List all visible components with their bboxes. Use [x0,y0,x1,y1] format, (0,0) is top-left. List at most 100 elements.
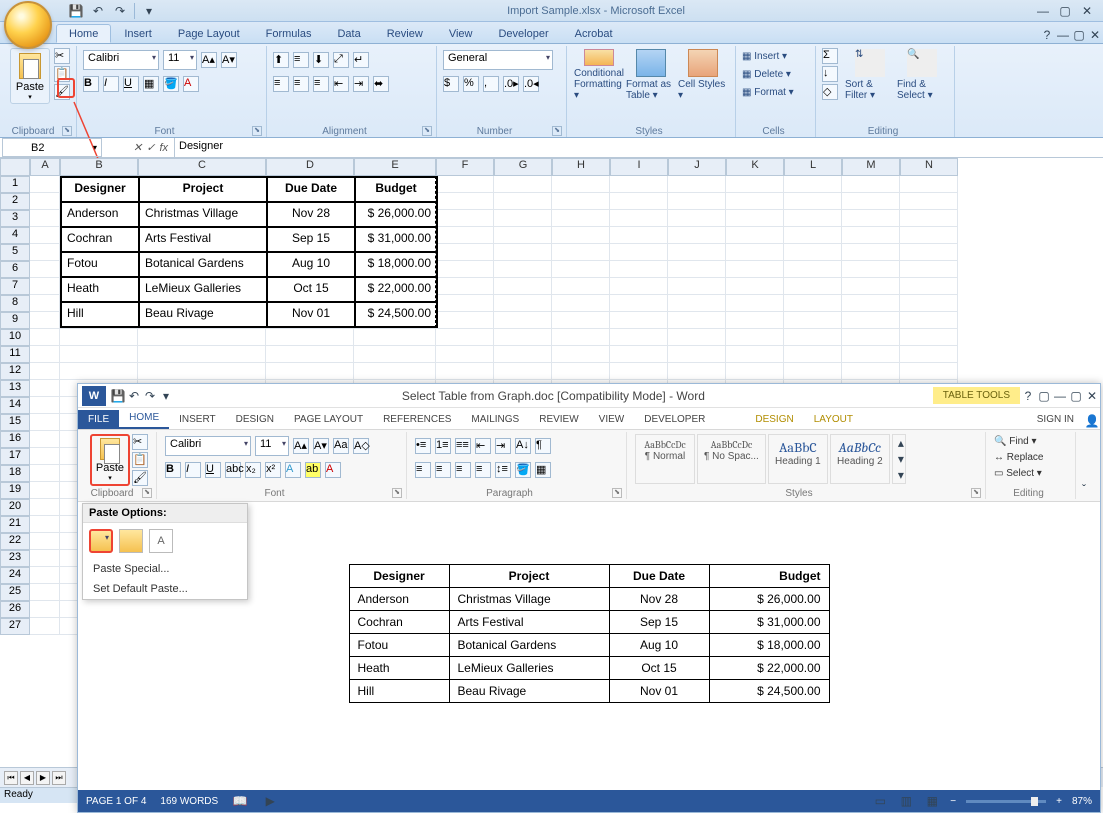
word-copy-icon[interactable]: 📋 [132,452,148,468]
format-painter-icon[interactable]: 🖌 [54,84,70,100]
format-cells-button[interactable]: ▦ Format ▾ [742,84,809,102]
paste-text-only-icon[interactable]: A [149,529,173,553]
minimize-icon[interactable]: — [1035,3,1051,19]
number-format-select[interactable]: General [443,50,553,70]
align-left-icon[interactable]: ≡ [273,76,289,92]
style-normal[interactable]: AaBbCcDc¶ Normal [635,434,695,484]
word-close-icon[interactable]: ✕ [1084,388,1100,404]
table-row[interactable]: CochranArts FestivalSep 15$ 31,000.00 [349,611,829,634]
doc-minimize-icon[interactable]: — [1055,27,1071,43]
numbering-icon[interactable]: 1≡ [435,438,451,454]
row-hdr[interactable]: 10 [0,329,30,346]
shrink-font-icon[interactable]: A▾ [221,52,237,68]
word-redo-icon[interactable]: ↷ [142,388,158,404]
name-box[interactable]: B2 [2,138,102,157]
tab-page-layout[interactable]: Page Layout [165,24,253,43]
autosum-icon[interactable]: Σ [822,48,838,64]
superscript-icon[interactable]: x² [265,462,281,478]
hdr-project[interactable]: Project [139,177,267,202]
bullets-icon[interactable]: •≡ [415,438,431,454]
alignment-dialog-icon[interactable]: ⬊ [422,126,432,136]
row-hdr[interactable]: 5 [0,244,30,261]
highlight-icon[interactable]: ab [305,462,321,478]
first-sheet-icon[interactable]: ⏮ [4,771,18,785]
word-minimize-icon[interactable]: — [1052,388,1068,404]
wtab-mailings[interactable]: MAILINGS [461,410,529,429]
next-sheet-icon[interactable]: ▶ [36,771,50,785]
multilevel-icon[interactable]: ≡≡ [455,438,471,454]
close-icon[interactable]: ✕ [1079,3,1095,19]
table-row[interactable]: HillBeau RivageNov 01$ 24,500.00 [349,680,829,703]
tab-developer[interactable]: Developer [485,24,561,43]
word-icon[interactable]: W [82,386,106,406]
paste-keep-source-icon[interactable] [89,529,113,553]
w-shrink-font-icon[interactable]: A▾ [313,438,329,454]
page-indicator[interactable]: PAGE 1 OF 4 [86,796,146,807]
w-italic-button[interactable]: I [185,462,201,478]
qat-customize-icon[interactable]: ▾ [141,3,157,19]
row-hdr[interactable]: 26 [0,601,30,618]
paste-button[interactable]: Paste ▾ [10,48,50,104]
row-hdr[interactable]: 14 [0,397,30,414]
cell-styles-button[interactable]: Cell Styles ▾ [677,48,729,104]
col-G[interactable]: G [494,158,552,176]
proofing-icon[interactable]: 📖 [232,793,248,809]
clear-icon[interactable]: ◇ [822,84,838,100]
merge-center-icon[interactable]: ⬌ [373,76,389,92]
account-icon[interactable]: 👤 [1084,413,1100,429]
table-row[interactable]: AndersonChristmas VillageNov 28$ 26,000.… [349,588,829,611]
hdr-duedate[interactable]: Due Date [267,177,355,202]
tab-view[interactable]: View [436,24,486,43]
grid-row[interactable]: 11 [0,346,1103,363]
align-middle-icon[interactable]: ≡ [293,52,309,68]
w-underline-button[interactable]: U [205,462,221,478]
wtab-table-layout[interactable]: LAYOUT [804,410,863,429]
w-clipboard-dialog-icon[interactable]: ⬊ [142,488,152,498]
row-hdr[interactable]: 15 [0,414,30,431]
row-hdr[interactable]: 18 [0,465,30,482]
wtab-developer[interactable]: DEVELOPER [634,410,715,429]
row-hdr[interactable]: 16 [0,431,30,448]
row-hdr[interactable]: 19 [0,482,30,499]
row-hdr[interactable]: 2 [0,193,30,210]
sort-filter-button[interactable]: ⇅Sort & Filter ▾ [844,48,896,104]
change-case-icon[interactable]: Aa [333,438,349,454]
paste-special-item[interactable]: Paste Special... [83,559,247,579]
wtab-view[interactable]: VIEW [589,410,635,429]
word-cut-icon[interactable]: ✂ [132,434,148,450]
table-row[interactable]: FotouBotanical GardensAug 10$ 18,000.00 [61,252,437,277]
clear-formatting-icon[interactable]: A◇ [353,438,369,454]
w-increase-indent-icon[interactable]: ⇥ [495,438,511,454]
zoom-slider[interactable] [966,800,1046,803]
wtab-file[interactable]: FILE [78,410,119,429]
align-right-icon[interactable]: ≡ [313,76,329,92]
line-spacing-icon[interactable]: ↕≡ [495,462,511,478]
ribbon-options-icon[interactable]: ▢ [1036,388,1052,404]
w-find-button[interactable]: 🔍 Find ▾ [994,434,1067,450]
row-hdr[interactable]: 23 [0,550,30,567]
word-table[interactable]: Designer Project Due Date Budget Anderso… [349,564,830,703]
office-button[interactable] [4,1,52,49]
table-row[interactable]: HillBeau RivageNov 01$ 24,500.00 [61,302,437,327]
w-borders-icon[interactable]: ▦ [535,462,551,478]
col-L[interactable]: L [784,158,842,176]
table-row[interactable]: HeathLeMieux GalleriesOct 15$ 22,000.00 [61,277,437,302]
w-align-center-icon[interactable]: ≡ [435,462,451,478]
save-icon[interactable]: 💾 [68,3,84,19]
align-top-icon[interactable]: ⬆ [273,52,289,68]
excel-data-table[interactable]: Designer Project Due Date Budget Anderso… [60,176,438,328]
w-align-right-icon[interactable]: ≡ [455,462,471,478]
col-F[interactable]: F [436,158,494,176]
grid-row[interactable]: 12 [0,363,1103,380]
wtab-page-layout[interactable]: PAGE LAYOUT [284,410,373,429]
table-row[interactable]: HeathLeMieux GalleriesOct 15$ 22,000.00 [349,657,829,680]
wtab-design[interactable]: DESIGN [226,410,284,429]
select-all-corner[interactable] [0,158,30,176]
grow-font-icon[interactable]: A▴ [201,52,217,68]
w-bold-button[interactable]: B [165,462,181,478]
insert-cells-button[interactable]: ▦ Insert ▾ [742,48,809,66]
wtab-home[interactable]: HOME [119,408,169,429]
row-hdr[interactable]: 24 [0,567,30,584]
tab-review[interactable]: Review [374,24,436,43]
wth-project[interactable]: Project [449,565,609,588]
